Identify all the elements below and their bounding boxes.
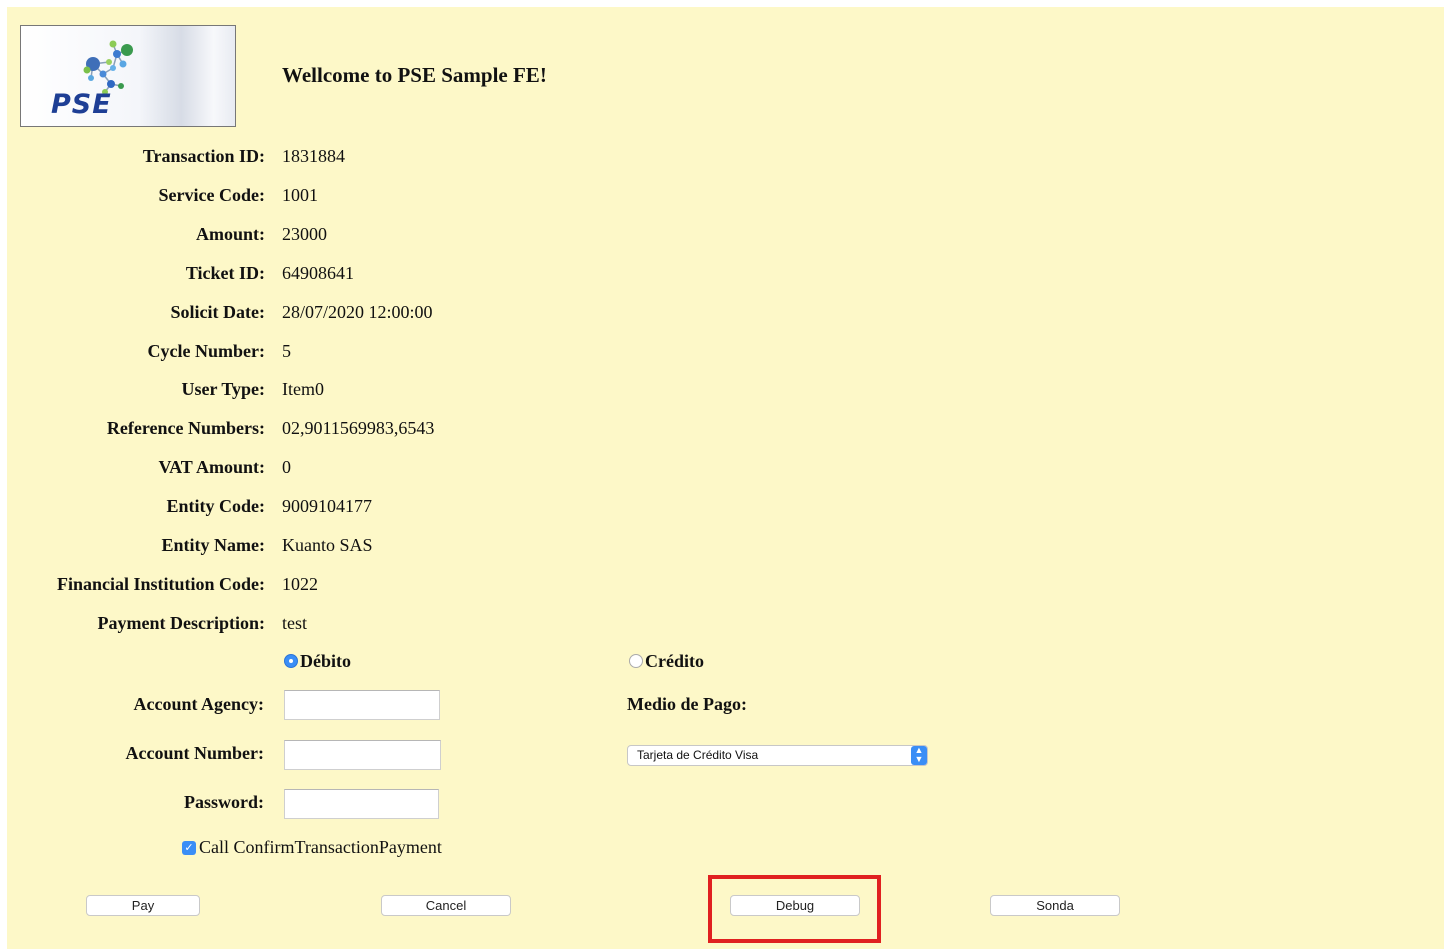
detail-row: Service Code: 1001 [0,183,700,207]
detail-row: Payment Description: test [0,611,700,635]
pse-logo: PSE [20,25,236,127]
detail-label: User Type: [181,379,266,400]
debug-highlight-box [708,875,881,943]
detail-row: Financial Institution Code: 1022 [0,572,700,596]
confirm-transaction-checkbox[interactable]: ✓ [182,840,196,855]
detail-row: Transaction ID: 1831884 [0,144,700,168]
detail-row: VAT Amount: 0 [0,455,700,479]
detail-value: 1022 [282,573,318,594]
detail-value: 64908641 [282,262,354,283]
detail-value: test [282,612,307,633]
detail-value: 02,9011569983,6543 [282,418,435,439]
detail-label: Reference Numbers: [106,418,265,439]
medio-de-pago-value: Tarjeta de Crédito Visa [637,748,759,762]
debit-radio[interactable] [284,654,298,668]
account-agency-input[interactable] [284,690,440,720]
detail-label: Entity Name: [161,535,265,555]
account-number-input[interactable] [284,740,441,770]
credit-radio[interactable] [629,654,643,668]
detail-value: 1001 [282,184,318,205]
detail-row: Solicit Date: 28/07/2020 12:00:00 [0,300,700,324]
password-input[interactable] [284,789,439,819]
detail-row: Amount: 23000 [0,222,700,246]
confirm-transaction-option[interactable]: ✓ Call ConfirmTransactionPayment [182,837,442,858]
detail-label: Financial Institution Code: [56,573,265,594]
detail-value: Item0 [282,379,324,400]
debit-option[interactable]: Débito [284,650,351,672]
detail-value: 28/07/2020 12:00:00 [282,301,433,322]
select-arrows-icon: ▲ ▼ [911,746,927,765]
detail-label: Transaction ID: [142,146,265,166]
detail-label: Entity Code: [166,496,266,517]
detail-row: Entity Name: Kuanto SAS [0,533,700,557]
detail-value: 9009104177 [282,496,372,517]
detail-value: 0 [282,457,291,478]
detail-row: Reference Numbers: 02,9011569983,6543 [0,416,700,440]
detail-label: Cycle Number: [147,340,265,361]
debit-label: Débito [300,651,351,671]
detail-label: VAT Amount: [158,457,265,478]
detail-row: Entity Code: 9009104177 [0,494,700,518]
cancel-button[interactable]: Cancel [381,895,511,916]
molecule-logo-icon: PSE [51,40,133,120]
medio-de-pago-label: Medio de Pago: [627,694,747,714]
detail-label: Ticket ID: [185,262,265,283]
password-label: Password: [184,792,264,812]
detail-label: Amount: [195,223,265,244]
medio-de-pago-select[interactable]: Tarjeta de Crédito Visa ▲ ▼ [627,745,928,766]
confirm-transaction-label: Call ConfirmTransactionPayment [199,837,442,857]
page-title: Wellcome to PSE Sample FE! [282,63,547,87]
detail-row: Ticket ID: 64908641 [0,261,700,285]
account-number-label: Account Number: [125,743,264,763]
detail-value: 5 [282,340,291,361]
detail-label: Payment Description: [97,612,265,633]
pay-button[interactable]: Pay [86,895,200,916]
detail-label: Solicit Date: [170,301,265,322]
detail-value: 1831884 [282,146,345,166]
detail-row: Cycle Number: 5 [0,339,700,363]
logo-text: PSE [51,89,112,120]
account-agency-label: Account Agency: [133,694,264,714]
credit-option[interactable]: Crédito [629,650,704,672]
detail-value: Kuanto SAS [282,535,373,555]
detail-row: User Type: Item0 [0,377,700,401]
detail-value: 23000 [282,223,327,244]
detail-label: Service Code: [158,184,265,205]
sonda-button[interactable]: Sonda [990,895,1120,916]
credit-label: Crédito [645,651,704,671]
